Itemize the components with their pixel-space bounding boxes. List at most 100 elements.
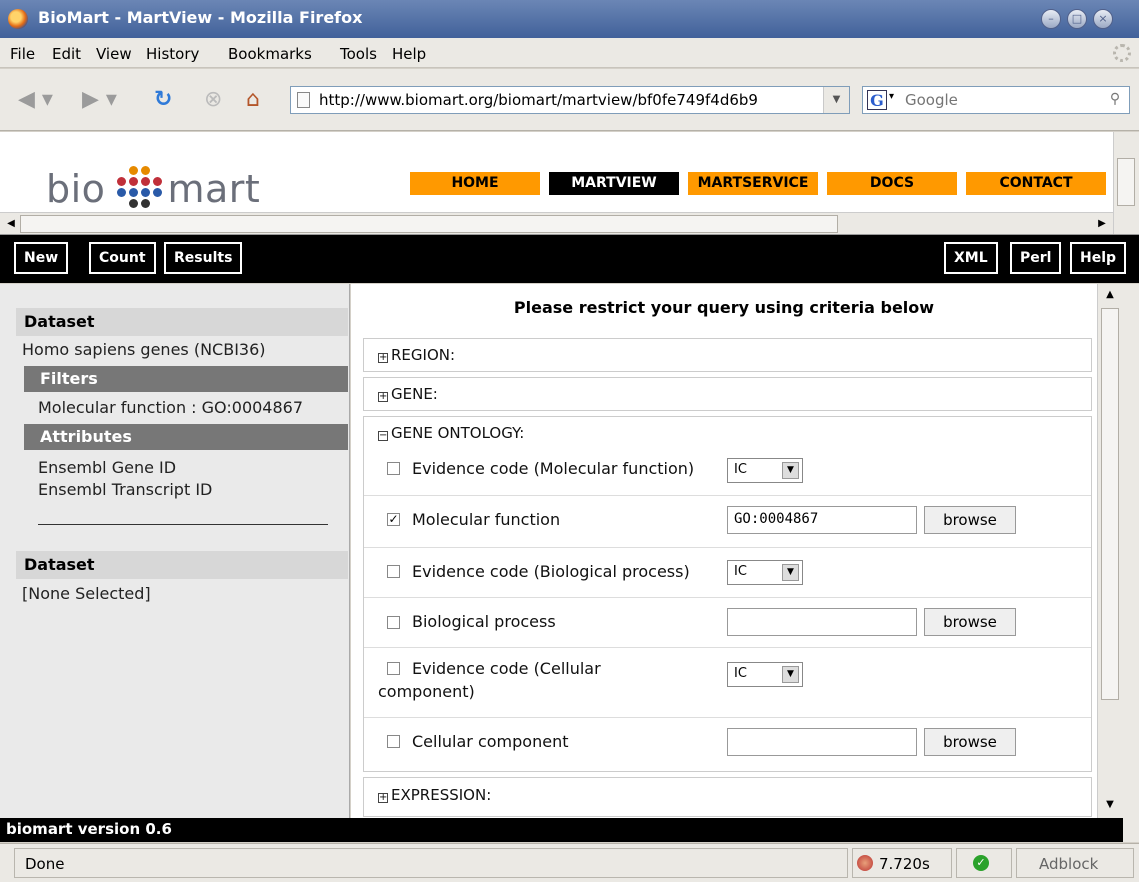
nav-martview[interactable]: MARTVIEW bbox=[549, 172, 679, 195]
nav-martservice[interactable]: MARTSERVICE bbox=[688, 172, 818, 195]
dataset-heading[interactable]: Dataset bbox=[16, 308, 348, 336]
menu-bookmarks[interactable]: Bookmarks bbox=[228, 45, 312, 63]
nav-contact[interactable]: CONTACT bbox=[966, 172, 1106, 195]
gene-ontology-toggle[interactable]: − GENE ONTOLOGY: bbox=[378, 424, 524, 442]
menu-edit[interactable]: Edit bbox=[52, 45, 81, 63]
scroll-down-icon[interactable]: ▼ bbox=[1101, 796, 1119, 814]
molecular-function-checkbox[interactable]: ✓ bbox=[387, 513, 400, 526]
section-expression[interactable]: + EXPRESSION: bbox=[363, 777, 1092, 817]
search-bar: G ▾ ⚲ bbox=[862, 86, 1130, 114]
minimize-icon[interactable]: – bbox=[1041, 9, 1061, 29]
back-icon[interactable]: ◀ ▾ bbox=[18, 83, 53, 117]
evidence-mol-select[interactable]: IC ▼ bbox=[727, 458, 803, 483]
url-bar[interactable]: http://www.biomart.org/biomart/martview/… bbox=[290, 86, 850, 114]
filter-summary: Molecular function : GO:0004867 bbox=[38, 398, 304, 417]
logo-dots-icon bbox=[107, 166, 165, 208]
stop-icon[interactable]: ⊗ bbox=[204, 83, 222, 117]
collapse-icon[interactable]: − bbox=[378, 431, 388, 441]
status-text: Done bbox=[14, 848, 848, 878]
search-input[interactable] bbox=[903, 89, 1083, 111]
evidence-cell-label-cont: component) bbox=[378, 682, 475, 701]
forward-icon[interactable]: ▶ ▾ bbox=[82, 83, 117, 117]
dataset-name[interactable]: Homo sapiens genes (NCBI36) bbox=[22, 340, 266, 359]
menu-file[interactable]: File bbox=[10, 45, 35, 63]
biological-process-label: Biological process bbox=[412, 612, 556, 631]
header-horizontal-scrollbar[interactable]: ◀ ▶ bbox=[0, 212, 1113, 234]
google-engine-icon[interactable]: G bbox=[867, 90, 887, 110]
evidence-bio-checkbox[interactable] bbox=[387, 565, 400, 578]
window-titlebar: BioMart - MartView - Mozilla Firefox – □… bbox=[0, 0, 1139, 38]
section-gene[interactable]: + GENE: bbox=[363, 377, 1092, 411]
molecular-function-input[interactable]: GO:0004867 bbox=[727, 506, 917, 534]
help-button[interactable]: Help bbox=[1070, 242, 1127, 274]
evidence-cell-checkbox[interactable] bbox=[387, 662, 400, 675]
menu-tools[interactable]: Tools bbox=[340, 45, 377, 63]
region-toggle[interactable]: + REGION: bbox=[378, 346, 455, 364]
scroll-thumb[interactable] bbox=[1117, 158, 1135, 206]
expand-icon[interactable]: + bbox=[378, 793, 388, 803]
expression-label: EXPRESSION: bbox=[391, 786, 492, 804]
status-ok[interactable]: ✓ bbox=[956, 848, 1012, 878]
scroll-left-icon[interactable]: ◀ bbox=[2, 215, 20, 233]
menu-history[interactable]: History bbox=[146, 45, 199, 63]
attributes-heading[interactable]: Attributes bbox=[24, 424, 348, 450]
reload-icon[interactable]: ↻ bbox=[154, 83, 172, 117]
filter-panel: Please restrict your query using criteri… bbox=[351, 284, 1097, 818]
filters-heading[interactable]: Filters bbox=[24, 366, 348, 392]
dataset2-value[interactable]: [None Selected] bbox=[22, 584, 151, 603]
scroll-thumb[interactable] bbox=[20, 215, 838, 233]
cellular-component-input[interactable] bbox=[727, 728, 917, 756]
count-button[interactable]: Count bbox=[89, 242, 156, 274]
dataset2-heading[interactable]: Dataset bbox=[16, 551, 348, 579]
header-vertical-scrollbar[interactable] bbox=[1113, 132, 1139, 234]
attribute-item: Ensembl Gene ID bbox=[38, 458, 177, 477]
results-button[interactable]: Results bbox=[164, 242, 243, 274]
main-vertical-scrollbar[interactable]: ▲ ▼ bbox=[1097, 284, 1123, 818]
close-icon[interactable]: × bbox=[1093, 9, 1113, 29]
nav-docs[interactable]: DOCS bbox=[827, 172, 957, 195]
url-text[interactable]: http://www.biomart.org/biomart/martview/… bbox=[319, 91, 817, 109]
expression-toggle[interactable]: + EXPRESSION: bbox=[378, 786, 491, 804]
navigation-toolbar: ◀ ▾ ▶ ▾ ↻ ⊗ ⌂ http://www.biomart.org/bio… bbox=[0, 69, 1139, 131]
expand-icon[interactable]: + bbox=[378, 392, 388, 402]
biological-process-input[interactable] bbox=[727, 608, 917, 636]
select-value: IC bbox=[734, 666, 747, 681]
home-icon[interactable]: ⌂ bbox=[246, 83, 260, 117]
url-dropdown-icon[interactable]: ▼ bbox=[823, 87, 849, 113]
perl-button[interactable]: Perl bbox=[1010, 242, 1062, 274]
scroll-up-icon[interactable]: ▲ bbox=[1101, 286, 1119, 304]
chevron-down-icon[interactable]: ▼ bbox=[782, 564, 799, 581]
chevron-down-icon[interactable]: ▼ bbox=[782, 666, 799, 683]
expand-icon[interactable]: + bbox=[378, 353, 388, 363]
filter-row: Evidence code (Molecular function) IC ▼ bbox=[364, 448, 1091, 495]
evidence-mol-checkbox[interactable] bbox=[387, 462, 400, 475]
browse-button[interactable]: browse bbox=[924, 728, 1016, 756]
cellular-component-checkbox[interactable] bbox=[387, 735, 400, 748]
nav-home[interactable]: HOME bbox=[410, 172, 540, 195]
browse-button[interactable]: browse bbox=[924, 506, 1016, 534]
filter-row: Evidence code (Biological process) IC ▼ bbox=[364, 547, 1091, 597]
xml-button[interactable]: XML bbox=[944, 242, 998, 274]
firefox-icon bbox=[8, 9, 28, 29]
browse-button[interactable]: browse bbox=[924, 608, 1016, 636]
gene-toggle[interactable]: + GENE: bbox=[378, 385, 438, 403]
scroll-right-icon[interactable]: ▶ bbox=[1093, 215, 1111, 233]
version-footer: biomart version 0.6 bbox=[0, 818, 1123, 842]
search-icon[interactable]: ⚲ bbox=[1105, 91, 1125, 111]
evidence-bio-label: Evidence code (Biological process) bbox=[412, 562, 690, 581]
menu-view[interactable]: View bbox=[96, 45, 132, 63]
firebug-icon[interactable] bbox=[857, 855, 873, 871]
biological-process-checkbox[interactable] bbox=[387, 616, 400, 629]
evidence-cell-select[interactable]: IC ▼ bbox=[727, 662, 803, 687]
menu-help[interactable]: Help bbox=[392, 45, 426, 63]
engine-dropdown-icon[interactable]: ▾ bbox=[889, 91, 894, 102]
scroll-thumb[interactable] bbox=[1101, 308, 1119, 700]
section-region[interactable]: + REGION: bbox=[363, 338, 1092, 372]
adblock-button[interactable]: Adblock bbox=[1016, 848, 1134, 878]
logo-text-bio: bio bbox=[46, 167, 106, 211]
status-bar: Done 7.720s ✓ Adblock bbox=[0, 843, 1139, 882]
evidence-bio-select[interactable]: IC ▼ bbox=[727, 560, 803, 585]
maximize-icon[interactable]: □ bbox=[1067, 9, 1087, 29]
chevron-down-icon[interactable]: ▼ bbox=[782, 462, 799, 479]
new-button[interactable]: New bbox=[14, 242, 69, 274]
